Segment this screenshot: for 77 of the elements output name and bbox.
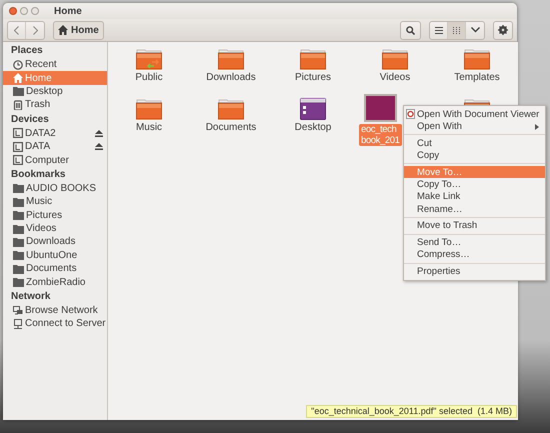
sidebar-item[interactable]: Trash	[3, 98, 107, 112]
menu-item[interactable]: Send To…	[404, 236, 546, 249]
folder-icon	[136, 48, 162, 70]
drive-icon	[13, 128, 23, 138]
clock-icon	[13, 60, 23, 70]
file-name[interactable]: Public	[133, 72, 165, 83]
search-icon	[406, 26, 415, 34]
home-icon	[58, 25, 68, 35]
file-name[interactable]: Downloads	[204, 72, 258, 83]
sidebar-item[interactable]: ZombieRadio	[3, 275, 107, 289]
folder-icon	[218, 48, 244, 70]
folder-icon	[300, 48, 326, 70]
chevron-down-icon	[470, 27, 480, 33]
menu-item[interactable]: Cut	[404, 136, 546, 150]
menu-item[interactable]: Compress…	[404, 248, 546, 262]
folder-icon	[13, 196, 24, 207]
sidebar-item[interactable]: DATA	[3, 140, 107, 154]
sidebar-item[interactable]: Connect to Server	[3, 317, 107, 331]
menu-item[interactable]: Open With Document Viewer	[404, 108, 546, 120]
sidebar-item[interactable]: AUDIO BOOKS	[3, 182, 107, 196]
server-icon	[13, 318, 23, 329]
menu-item[interactable]: Properties	[404, 265, 546, 278]
home-path-button[interactable]: Home	[53, 20, 104, 40]
folder-icon	[136, 98, 162, 120]
close-button[interactable]	[9, 7, 17, 15]
sidebar-item[interactable]: Browse Network	[3, 304, 107, 318]
sidebar-item[interactable]: Music	[3, 195, 107, 209]
eject-icon[interactable]	[95, 130, 103, 137]
file-name[interactable]: Videos	[378, 72, 412, 83]
status-text: "eoc_technical_book_2011.pdf" selected (1.4 MB)	[311, 406, 512, 416]
sidebar-heading: Bookmarks	[10, 168, 66, 182]
pdf-thumbnail[interactable]	[364, 94, 397, 122]
sidebar-heading: Network	[10, 290, 52, 304]
file-name[interactable]: Music	[134, 122, 164, 133]
sidebar-item[interactable]: Pictures	[3, 208, 107, 222]
folder-icon	[464, 48, 490, 70]
sidebar-heading: Devices	[10, 112, 50, 127]
list-view-icon	[434, 26, 442, 34]
window-title: Home	[54, 6, 82, 16]
desktop-folder-icon	[300, 98, 326, 120]
folder-icon	[13, 210, 24, 220]
drive-icon	[13, 155, 23, 166]
sidebar-item[interactable]: Computer	[3, 153, 107, 167]
menu-item[interactable]: Open With	[404, 120, 546, 133]
menu-item[interactable]: Make Link	[404, 190, 546, 204]
file-name[interactable]: Pictures	[292, 72, 334, 83]
folder-icon	[13, 250, 24, 260]
menu-item[interactable]: Move to Trash	[404, 220, 546, 232]
grid-view-button[interactable]	[448, 22, 466, 38]
grid-view-icon	[453, 26, 460, 34]
file-name[interactable]: Documents	[204, 122, 258, 133]
network-icon	[13, 306, 23, 316]
sidebar-item[interactable]: Recent	[3, 58, 107, 72]
menu-item[interactable]: Rename…	[404, 203, 546, 216]
sidebar-item[interactable]: Downloads	[3, 235, 107, 249]
menu-item[interactable]: Copy To…	[404, 178, 546, 191]
folder-icon	[382, 48, 408, 70]
folder-icon	[218, 98, 244, 120]
sidebar-item[interactable]: DATA2	[3, 126, 107, 140]
file-name[interactable]: Desktop	[292, 122, 334, 133]
home-icon	[13, 73, 23, 84]
folder-icon	[13, 277, 24, 288]
sidebar-item[interactable]: Videos	[3, 222, 107, 236]
drive-icon	[13, 142, 23, 152]
sidebar-item[interactable]: Documents	[3, 262, 107, 276]
sidebar-heading: Places	[10, 44, 44, 58]
menu-item[interactable]: Copy	[404, 149, 546, 162]
file-name[interactable]: Templates	[452, 72, 502, 83]
folder-icon	[13, 264, 24, 274]
sidebar-item[interactable]: UbuntuOne	[3, 248, 107, 262]
folder-icon	[13, 183, 24, 194]
folder-icon	[13, 224, 24, 234]
trash-icon	[13, 100, 23, 110]
gear-icon	[498, 25, 508, 35]
folder-icon	[13, 236, 24, 247]
eject-icon[interactable]	[95, 143, 103, 150]
sidebar-item[interactable]: Desktop	[3, 84, 107, 98]
